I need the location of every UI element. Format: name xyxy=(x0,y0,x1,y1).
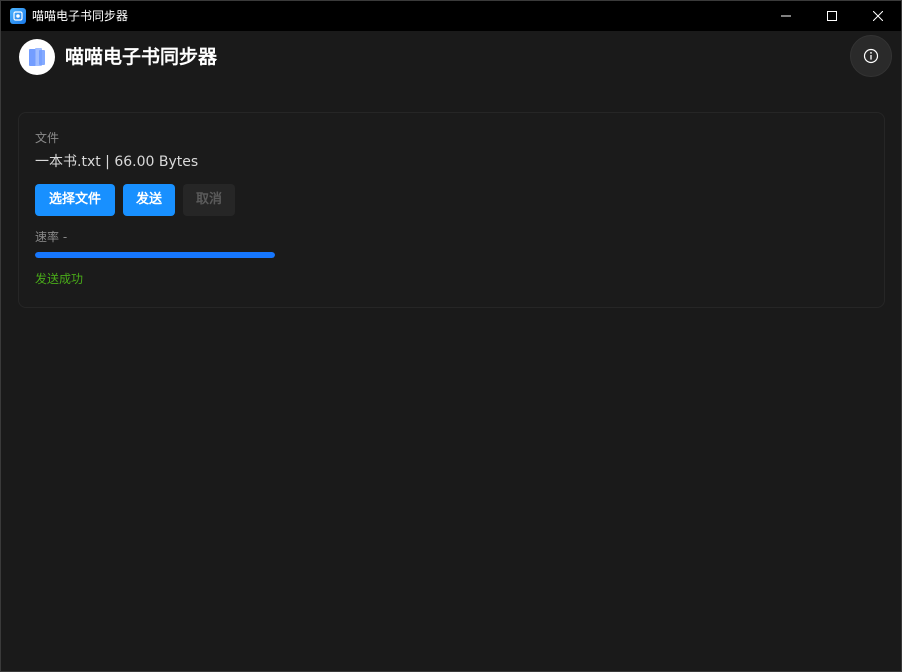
select-file-button[interactable]: 选择文件 xyxy=(35,184,115,216)
file-card: 文件 一本书.txt | 66.00 Bytes 选择文件 发送 取消 速率 -… xyxy=(18,112,885,308)
window-controls xyxy=(763,1,901,31)
app-title: 喵喵电子书同步器 xyxy=(65,46,218,68)
file-info-separator: | xyxy=(100,154,115,170)
app-logo xyxy=(19,39,55,75)
file-size: 66.00 Bytes xyxy=(114,154,199,170)
close-button[interactable] xyxy=(855,1,901,31)
info-icon xyxy=(863,48,879,64)
cancel-button[interactable]: 取消 xyxy=(183,184,235,216)
maximize-button[interactable] xyxy=(809,1,855,31)
book-icon xyxy=(29,48,45,66)
title-bar: 喵喵电子书同步器 xyxy=(1,1,901,31)
minimize-icon xyxy=(781,15,791,17)
window-title: 喵喵电子书同步器 xyxy=(32,9,129,23)
progress-bar xyxy=(35,252,275,258)
progress-fill xyxy=(35,252,275,258)
info-button[interactable] xyxy=(850,35,892,77)
app-window-icon xyxy=(10,8,26,24)
close-icon xyxy=(873,11,883,21)
file-info: 一本书.txt | 66.00 Bytes xyxy=(35,153,198,171)
file-section-label: 文件 xyxy=(35,131,60,145)
minimize-button[interactable] xyxy=(763,1,809,31)
app-header: 喵喵电子书同步器 xyxy=(1,31,901,87)
rate-label: 速率 - xyxy=(35,230,68,244)
maximize-icon xyxy=(827,11,837,21)
send-button[interactable]: 发送 xyxy=(123,184,175,216)
status-text: 发送成功 xyxy=(35,272,84,286)
file-name: 一本书.txt xyxy=(35,154,101,170)
app-window: 喵喵电子书同步器 喵喵电子书同步器 文件 一本书.txt | 66.00 Byt… xyxy=(0,0,902,672)
